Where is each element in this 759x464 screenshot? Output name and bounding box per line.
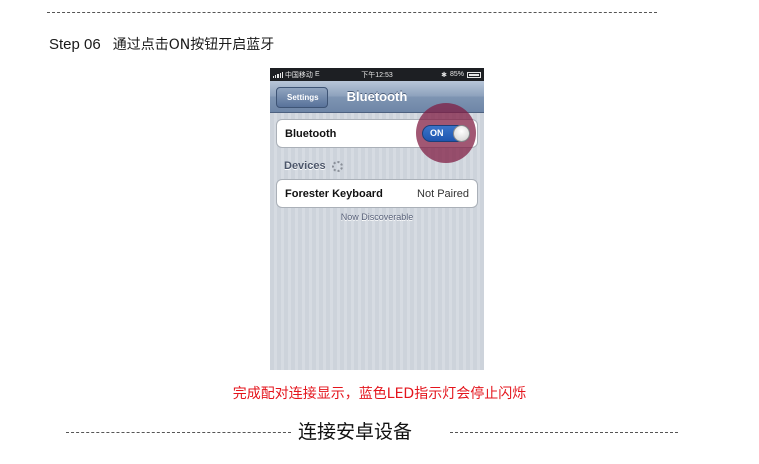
devices-header: Devices bbox=[284, 160, 343, 172]
status-bar: 中国移动 E 下午12:53 ✱ 85% bbox=[270, 68, 484, 81]
caption: 完成配对连接显示，蓝色LED指示灯会停止闪烁 bbox=[232, 386, 527, 402]
status-right: ✱ 85% bbox=[441, 68, 481, 81]
step-heading: Step 06 通过点击ON按钮开启蓝牙 bbox=[49, 34, 274, 54]
section-title: 连接安卓设备 bbox=[298, 421, 413, 443]
spinner-icon bbox=[331, 160, 343, 172]
settings-body: Bluetooth ON Devices Forester Keyboard N… bbox=[270, 103, 484, 370]
bottom-divider-left bbox=[66, 432, 291, 433]
step-instruction: 通过点击ON按钮开启蓝牙 bbox=[112, 37, 275, 53]
discoverable-note: Now Discoverable bbox=[340, 212, 414, 222]
device-status: Not Paired bbox=[417, 187, 469, 200]
bluetooth-status-icon: ✱ bbox=[441, 71, 447, 79]
device-row[interactable]: Forester Keyboard Not Paired bbox=[276, 179, 478, 208]
toggle-knob[interactable] bbox=[453, 125, 470, 142]
phone-screenshot: 中国移动 E 下午12:53 ✱ 85% Settings Bluetooth … bbox=[270, 68, 484, 370]
battery-icon bbox=[467, 71, 481, 78]
step-number: Step 06 bbox=[49, 35, 101, 53]
toggle-state-label: ON bbox=[430, 128, 444, 138]
bluetooth-row-label: Bluetooth bbox=[285, 127, 337, 140]
bottom-divider-right bbox=[450, 432, 678, 433]
top-dashed-divider bbox=[47, 12, 657, 13]
device-name: Forester Keyboard bbox=[285, 187, 383, 200]
battery-percent: 85% bbox=[449, 71, 464, 78]
devices-header-label: Devices bbox=[284, 160, 326, 172]
bluetooth-toggle[interactable]: ON bbox=[422, 125, 470, 142]
